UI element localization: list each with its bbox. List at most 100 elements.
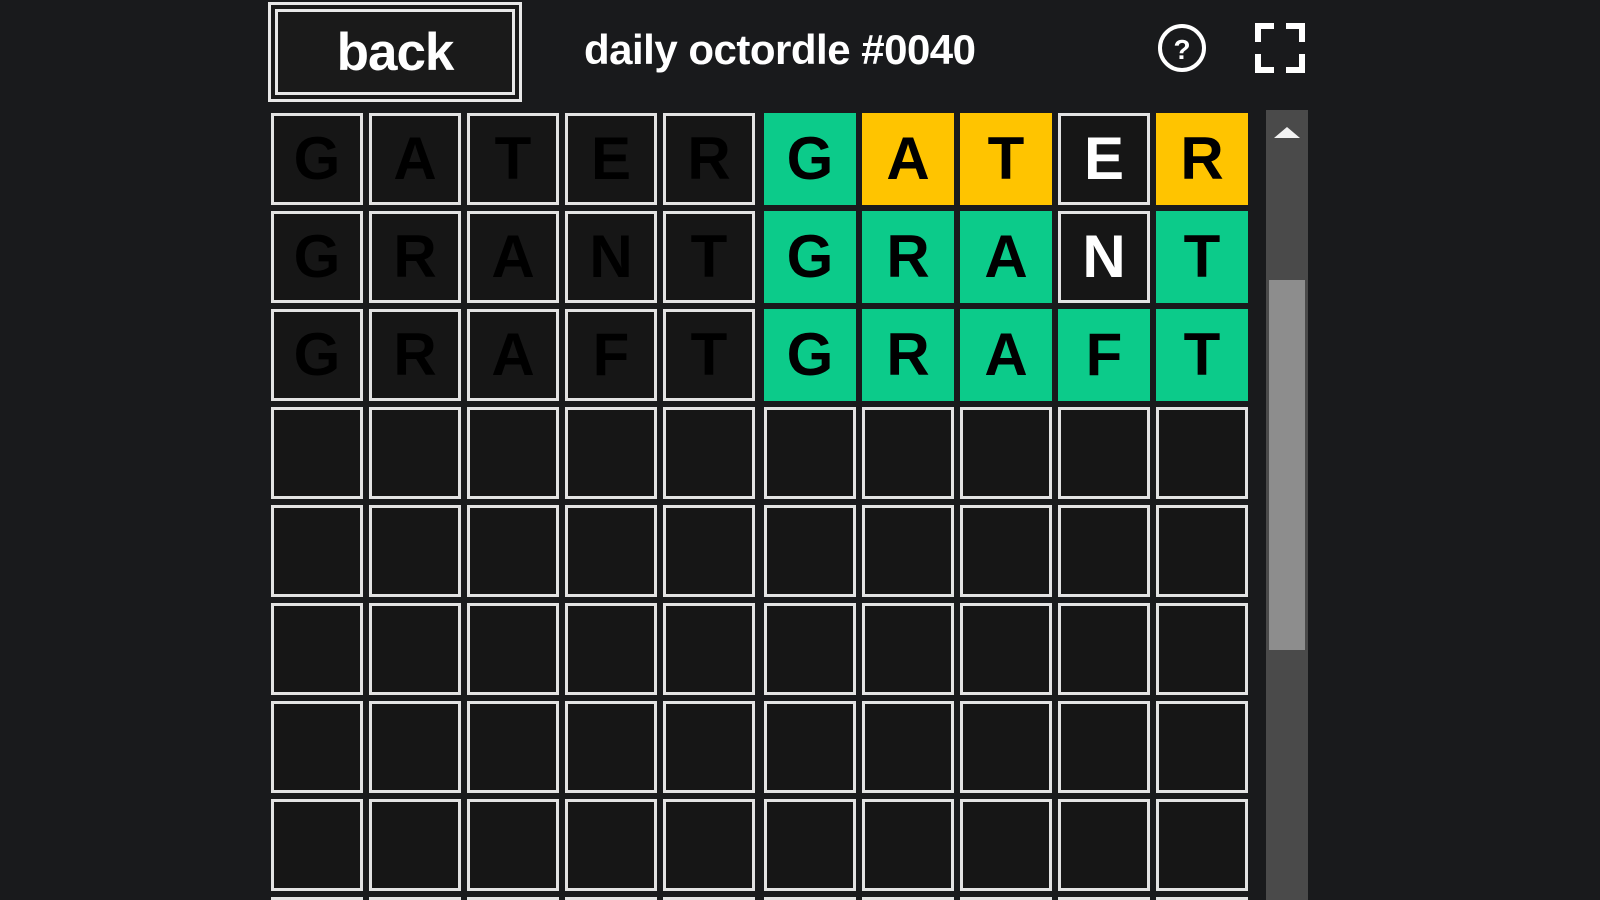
tile-left-r3c1: G xyxy=(268,306,366,404)
scroll-up-arrow-button[interactable] xyxy=(1266,110,1308,154)
tile-right-r2c1: G xyxy=(761,208,859,306)
tile-surface xyxy=(764,603,856,695)
tile-left-r1c5: R xyxy=(660,110,758,208)
tile-surface xyxy=(862,407,954,499)
tile-letter: A xyxy=(984,223,1028,290)
tile-right-r6c5 xyxy=(1153,600,1251,698)
vertical-scrollbar[interactable] xyxy=(1266,110,1308,900)
tile-surface xyxy=(663,505,755,597)
grid-row: GRAFTGRAFT xyxy=(268,306,1256,404)
grid-row: GATERGATER xyxy=(268,110,1256,208)
tile-right-r9c3 xyxy=(957,894,1055,900)
tile-right-r6c2 xyxy=(859,600,957,698)
tile-right-r2c4: N xyxy=(1055,208,1153,306)
scroll-up-arrow-icon xyxy=(1274,126,1300,138)
tile-surface xyxy=(1058,799,1150,891)
tile-left-r8c5 xyxy=(660,796,758,894)
tile-letter: R xyxy=(393,321,437,388)
tile-left-r1c2: A xyxy=(366,110,464,208)
question-circle-icon: ? xyxy=(1158,24,1206,72)
tile-letter: A xyxy=(886,125,930,192)
tile-surface xyxy=(960,799,1052,891)
tile-left-r7c2 xyxy=(366,698,464,796)
tile-letter: R xyxy=(393,223,437,290)
tile-letter: N xyxy=(1082,223,1126,290)
tile-surface xyxy=(960,701,1052,793)
tile-surface xyxy=(467,701,559,793)
scrollbar-thumb[interactable] xyxy=(1269,280,1305,650)
tile-left-r3c4: F xyxy=(562,306,660,404)
fullscreen-button[interactable] xyxy=(1252,20,1308,76)
tile-letter: G xyxy=(786,125,834,192)
tile-right-r4c2 xyxy=(859,404,957,502)
tile-right-r3c3: A xyxy=(957,306,1055,404)
tile-surface xyxy=(369,701,461,793)
tile-left-r5c3 xyxy=(464,502,562,600)
grid-row xyxy=(268,600,1256,698)
tile-letter: A xyxy=(491,321,535,388)
tile-letter: A xyxy=(491,223,535,290)
tile-right-r7c3 xyxy=(957,698,1055,796)
tile-surface xyxy=(271,505,363,597)
tile-right-r1c2: A xyxy=(859,110,957,208)
tile-left-r7c5 xyxy=(660,698,758,796)
tile-letter: N xyxy=(589,223,633,290)
tile-right-r7c4 xyxy=(1055,698,1153,796)
tile-surface xyxy=(467,407,559,499)
tile-surface xyxy=(369,799,461,891)
tile-surface xyxy=(565,407,657,499)
tile-left-r5c2 xyxy=(366,502,464,600)
tile-surface xyxy=(369,505,461,597)
tile-letter: G xyxy=(293,321,341,388)
tile-right-r9c5 xyxy=(1153,894,1251,900)
tile-surface xyxy=(1156,505,1248,597)
grid-row xyxy=(268,894,1256,900)
tile-right-r9c1 xyxy=(761,894,859,900)
grid-row xyxy=(268,698,1256,796)
header-bar: back daily octordle #0040 ? xyxy=(268,0,1308,108)
tile-surface xyxy=(1058,603,1150,695)
tile-right-r7c2 xyxy=(859,698,957,796)
tile-letter: T xyxy=(1183,321,1221,388)
tile-right-r8c3 xyxy=(957,796,1055,894)
tile-surface xyxy=(663,799,755,891)
tile-left-r8c2 xyxy=(366,796,464,894)
tile-left-r3c5: T xyxy=(660,306,758,404)
tile-surface xyxy=(663,701,755,793)
tile-left-r9c2 xyxy=(366,894,464,900)
tile-letter: E xyxy=(590,125,632,192)
tile-letter: G xyxy=(786,321,834,388)
tile-letter: G xyxy=(293,125,341,192)
tile-left-r6c1 xyxy=(268,600,366,698)
tile-letter: F xyxy=(592,321,630,388)
tile-surface xyxy=(862,799,954,891)
tile-surface xyxy=(663,407,755,499)
tile-surface xyxy=(764,701,856,793)
tile-surface xyxy=(369,603,461,695)
tile-right-r3c1: G xyxy=(761,306,859,404)
tile-surface xyxy=(960,505,1052,597)
tile-right-r7c5 xyxy=(1153,698,1251,796)
tile-surface xyxy=(1058,407,1150,499)
grid-row: GRANTGRANT xyxy=(268,208,1256,306)
help-button[interactable]: ? xyxy=(1154,20,1210,76)
tile-surface xyxy=(271,407,363,499)
tile-right-r7c1 xyxy=(761,698,859,796)
tile-surface xyxy=(565,603,657,695)
tile-left-r9c5 xyxy=(660,894,758,900)
tile-right-r2c3: A xyxy=(957,208,1055,306)
tile-surface xyxy=(862,603,954,695)
tile-right-r3c4: F xyxy=(1055,306,1153,404)
tile-letter: A xyxy=(393,125,437,192)
tile-letter: R xyxy=(886,321,930,388)
tile-left-r1c3: T xyxy=(464,110,562,208)
fullscreen-icon xyxy=(1255,23,1305,73)
tile-left-r4c5 xyxy=(660,404,758,502)
tile-left-r6c4 xyxy=(562,600,660,698)
tile-letter: T xyxy=(987,125,1025,192)
tile-letter: G xyxy=(293,223,341,290)
back-button[interactable]: back xyxy=(268,2,522,102)
tile-surface xyxy=(1156,407,1248,499)
octordle-app: back daily octordle #0040 ? G A T E R G … xyxy=(0,0,1600,900)
tile-left-r5c1 xyxy=(268,502,366,600)
